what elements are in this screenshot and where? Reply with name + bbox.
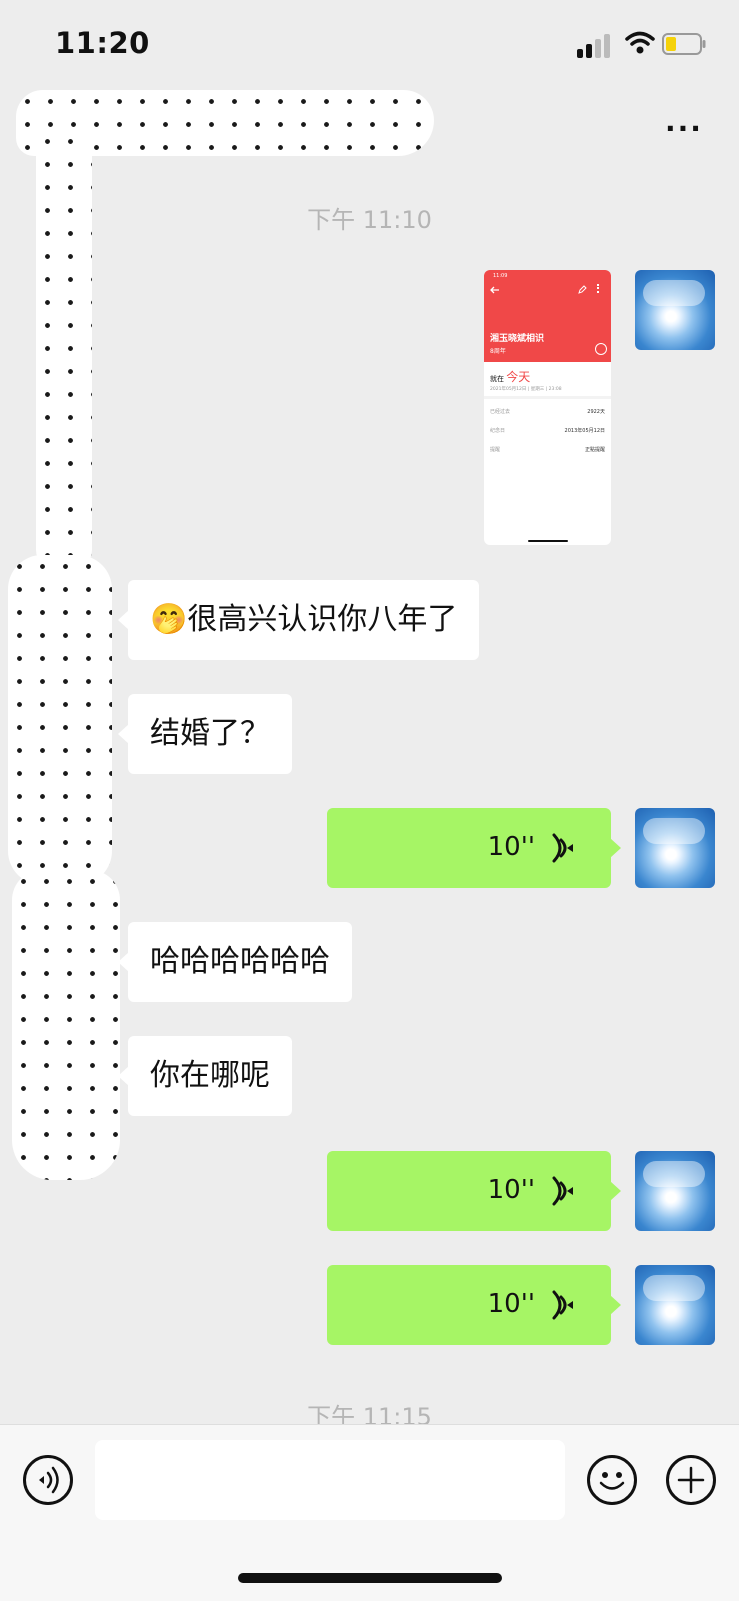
message-bubble-left[interactable]: 你在哪呢 [118,1036,292,1116]
card-row-value: 正點提醒 [584,447,605,453]
voice-duration: 10'' [487,832,535,862]
card-row-label: 纪念日 [490,428,506,434]
card-badge-icon [595,343,607,355]
voice-message-bubble[interactable]: 10'' [327,1265,621,1345]
my-avatar[interactable] [635,1151,715,1231]
card-today-prefix: 就在 [490,375,504,383]
voice-duration: 10'' [487,1175,535,1205]
message-timestamp: 下午 11:10 [307,206,432,234]
voice-message-bubble[interactable]: 10'' [327,808,621,888]
voice-wave-icon [552,1176,573,1206]
my-avatar[interactable] [635,270,715,350]
smiley-icon [599,1472,625,1490]
card-row-value: 2013年05月12日 [564,428,605,434]
card-date-line: 2021年05月12日 | 星期三 | 23:08 [490,387,562,392]
voice-wave-icon [552,833,573,863]
voice-duration: 10'' [487,1289,535,1319]
back-arrow-icon [490,286,499,294]
card-header: 11:09 湘玉晓斌相识 8周年 [484,270,611,362]
emoji-button[interactable] [587,1455,637,1505]
card-row-label: 已经过去 [490,409,511,415]
plus-icon [677,1466,705,1494]
card-row-label: 提醒 [490,447,501,453]
card-home-indicator [528,540,568,542]
voice-mode-button[interactable] [23,1455,73,1505]
add-more-button[interactable] [666,1455,716,1505]
cellular-signal-icon [577,32,613,58]
message-bubble-left[interactable]: 结婚了？ [118,694,292,774]
battery-icon [662,33,706,55]
redaction-mark [12,870,120,1180]
wifi-icon [625,31,655,54]
home-indicator [238,1573,502,1583]
message-text: 哈哈哈哈哈哈 [150,944,330,979]
message-text: 你在哪呢 [150,1058,270,1093]
status-time: 11:20 [55,26,150,60]
my-avatar[interactable] [635,808,715,888]
card-title: 湘玉晓斌相识 [490,334,545,344]
card-status-time: 11:09 [493,273,508,279]
my-avatar[interactable] [635,1265,715,1345]
edit-icon [578,285,587,294]
voice-message-bubble[interactable]: 10'' [327,1151,621,1231]
card-today-word: 今天 [506,370,531,384]
message-text: 很高兴认识你八年了 [187,602,458,637]
message-input[interactable] [95,1440,565,1520]
card-row-value: 2922天 [587,409,605,415]
emoji-icon: 🤭 [150,602,188,637]
voice-wave-icon [552,1290,573,1320]
card-subtitle: 8周年 [490,348,506,355]
shared-card-image[interactable]: 11:09 湘玉晓斌相识 8周年 就在 今天 2021年05月12日 | 星期三… [484,270,611,545]
card-more-icon [597,284,601,293]
redaction-mark [36,130,92,570]
message-bubble-left[interactable]: 哈哈哈哈哈哈 [118,922,352,1002]
redaction-mark [8,555,112,885]
voice-mode-icon [39,1466,59,1494]
more-options-button[interactable]: ··· [665,112,705,145]
message-text: 结婚了？ [150,716,270,751]
message-bubble-left[interactable]: 🤭很高兴认识你八年了 [117,580,480,660]
